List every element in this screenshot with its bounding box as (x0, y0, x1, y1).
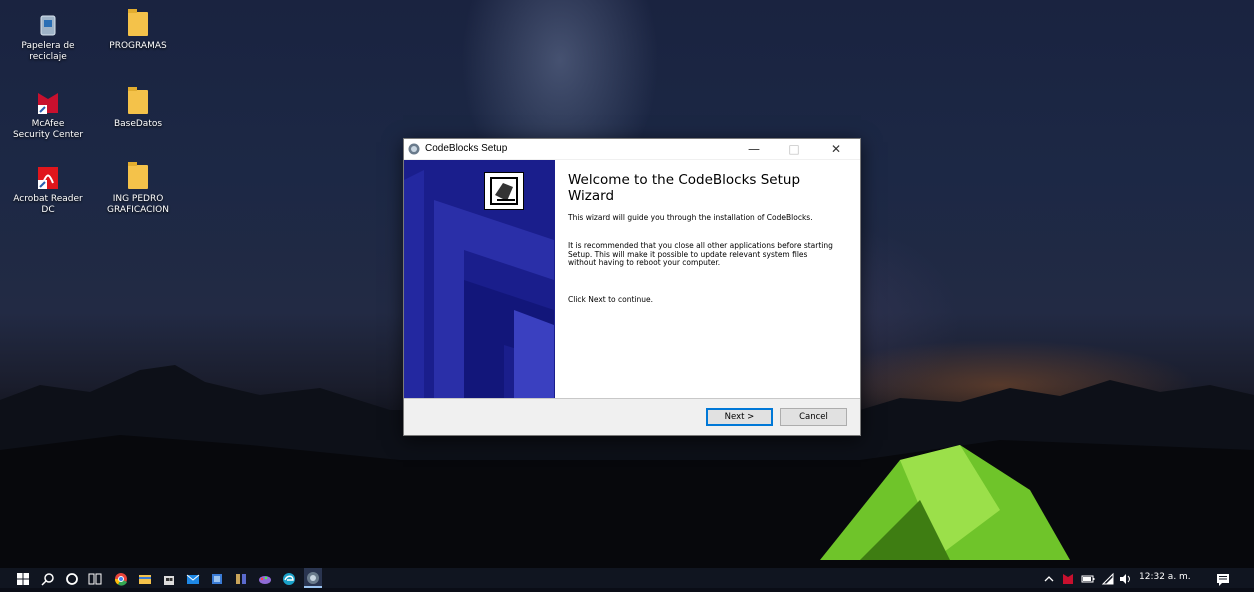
wizard-side-banner (404, 160, 555, 398)
cortana-icon[interactable] (65, 571, 79, 585)
wizard-content: Welcome to the CodeBlocks Setup Wizard T… (404, 160, 860, 399)
file-explorer-icon[interactable] (138, 571, 152, 585)
desktop-icon-programas[interactable]: PROGRAMAS (102, 9, 174, 52)
banner-graphic (404, 160, 555, 398)
codeblocks-setup-icon (408, 143, 420, 155)
search-icon[interactable] (41, 571, 55, 586)
codeblocks-installer-icon[interactable] (304, 568, 322, 588)
wifi-icon[interactable] (1101, 571, 1115, 585)
tent-illustration (820, 445, 1070, 560)
folder-icon (125, 87, 151, 116)
acrobat-icon (35, 165, 61, 191)
chevron-up-icon[interactable] (1042, 571, 1056, 585)
taskbar: 12:32 a. m. (0, 568, 1254, 588)
desktop-icon-label: BaseDatos (113, 119, 163, 129)
desktop-icon-label: Papelera de reciclaje (21, 41, 75, 62)
codeblocks-logo-icon (484, 172, 524, 210)
volume-icon[interactable] (1119, 571, 1133, 585)
desktop-icon-mcafee[interactable]: McAfee Security Center (12, 90, 84, 141)
app-icon-2[interactable] (234, 571, 248, 585)
desktop-icon-ing-pedro[interactable]: ING PEDRO GRAFICACION (102, 162, 174, 216)
chrome-icon[interactable] (114, 571, 128, 586)
clock-time[interactable]: 12:32 a. m. (1139, 572, 1191, 582)
setup-dialog: CodeBlocks Setup — □ ✕ Welcome to the Co… (403, 138, 861, 436)
mcafee-icon (35, 90, 61, 116)
desktop-icon-label: PROGRAMAS (109, 41, 167, 51)
app-icon[interactable] (210, 571, 224, 585)
notifications-icon[interactable] (1216, 571, 1230, 586)
close-button[interactable]: ✕ (818, 139, 854, 159)
desktop-icon-recycle-bin[interactable]: Papelera de reciclaje (12, 12, 84, 63)
cancel-button[interactable]: Cancel (780, 408, 847, 426)
maximize-button: □ (788, 142, 800, 156)
store-icon[interactable] (162, 571, 176, 585)
paint-icon[interactable] (258, 571, 272, 585)
wizard-intro-text: This wizard will guide you through the i… (568, 213, 813, 222)
next-button[interactable]: Next > (706, 408, 773, 426)
windows-start-icon[interactable] (16, 571, 30, 585)
dialog-titlebar[interactable]: CodeBlocks Setup — □ ✕ (404, 139, 860, 159)
mcafee-tray-icon[interactable] (1061, 571, 1075, 585)
recycle-bin-icon (35, 12, 61, 38)
desktop-icon-acrobat[interactable]: Acrobat Reader DC (12, 165, 84, 216)
wizard-continue-text: Click Next to continue. (568, 295, 654, 304)
folder-icon (125, 162, 151, 191)
edge-icon[interactable] (282, 571, 296, 585)
desktop-icon-label: ING PEDRO GRAFICACION (107, 194, 169, 215)
wizard-recommendation-text: It is recommended that you close all oth… (568, 241, 833, 267)
folder-icon (125, 9, 151, 38)
wizard-heading: Welcome to the CodeBlocks Setup Wizard (568, 172, 801, 204)
desktop-icon-basedatos[interactable]: BaseDatos (102, 87, 174, 130)
desktop-icon-label: McAfee Security Center (12, 119, 84, 140)
dialog-title: CodeBlocks Setup (425, 143, 508, 154)
minimize-button[interactable]: — (736, 139, 772, 159)
task-view-icon[interactable] (88, 571, 102, 585)
mail-icon[interactable] (186, 571, 200, 585)
battery-icon[interactable] (1081, 571, 1095, 585)
desktop-icon-label: Acrobat Reader DC (13, 194, 83, 215)
